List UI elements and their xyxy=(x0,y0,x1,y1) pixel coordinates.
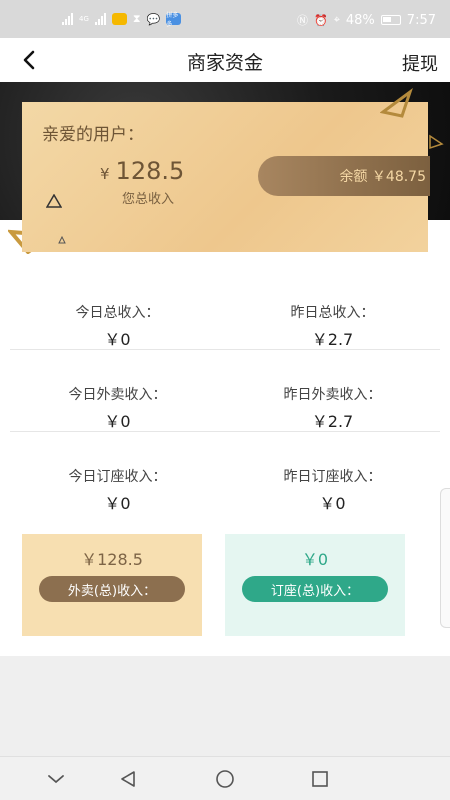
alarm-icon: ⏰ xyxy=(313,13,328,27)
status-left-icons: 4G ⧗ 💬 拼多多 xyxy=(62,12,182,28)
stat-value: ￥0 xyxy=(319,494,346,513)
triangle-back-icon xyxy=(121,771,135,787)
nav-home-button[interactable] xyxy=(205,767,245,791)
nav-collapse-button[interactable] xyxy=(36,767,76,791)
stat-value: ￥0 xyxy=(104,330,131,349)
nav-back-button[interactable] xyxy=(108,767,148,791)
tiny-triangle-decoration-icon xyxy=(58,236,66,244)
delivery-total-amount: ￥128.5 xyxy=(81,550,143,569)
stat-label: 今日外卖收入： xyxy=(68,387,167,403)
stat-value: ￥2.7 xyxy=(311,330,354,349)
delivery-summary-card[interactable]: ￥128.5 外卖(总)收入： xyxy=(22,534,202,636)
nfc-icon: Ⓝ xyxy=(296,14,308,27)
battery-icon xyxy=(380,15,401,25)
withdraw-button[interactable]: 提现 xyxy=(402,50,438,76)
booking-summary-card[interactable]: ￥0 订座(总)收入： xyxy=(225,534,405,636)
wechat-icon: 💬 xyxy=(146,12,161,26)
stat-yesterday-total: 昨日总收入： ￥2.7 xyxy=(225,302,440,350)
stat-yesterday-delivery: 昨日外卖收入： ￥2.7 xyxy=(225,384,440,432)
total-income-value: 128.5 xyxy=(115,157,185,185)
status-time: 7:57 xyxy=(406,12,436,28)
status-right-icons: Ⓝ ⏰ ⌖ 48% 7:57 xyxy=(297,12,436,28)
stat-value: ￥2.7 xyxy=(311,412,354,431)
stat-label: 昨日总收入： xyxy=(290,305,375,321)
income-stats: 今日总收入： ￥0 昨日总收入： ￥2.7 今日外卖收入： ￥0 昨日外卖收入：… xyxy=(0,254,450,656)
booking-total-amount: ￥0 xyxy=(301,550,329,569)
stat-row-delivery: 今日外卖收入： ￥0 昨日外卖收入： ￥2.7 xyxy=(10,350,440,432)
top-app-bar: 商家资金 提现 xyxy=(0,38,450,82)
income-hero: 亲爱的用户： ¥128.5 您总收入 余额 ￥48.75 xyxy=(0,82,450,254)
stat-label: 今日总收入： xyxy=(75,305,160,321)
app-badge-icon: 拼多多 xyxy=(166,12,182,28)
total-income-label: 您总收入 xyxy=(122,192,175,207)
hourglass-icon: ⧗ xyxy=(132,12,141,25)
gold-triangle-top-icon xyxy=(380,88,413,118)
stat-today-delivery: 今日外卖收入： ￥0 xyxy=(10,384,225,432)
currency-symbol: ¥ xyxy=(100,165,110,183)
square-recents-icon xyxy=(312,771,328,787)
gold-triangle-right-icon xyxy=(429,134,444,150)
mail-app-icon xyxy=(111,13,127,25)
battery-percent: 48% xyxy=(345,12,375,28)
stat-label: 今日订座收入： xyxy=(68,469,167,485)
side-drawer-handle[interactable] xyxy=(440,488,450,628)
stat-label: 昨日订座收入： xyxy=(283,469,382,485)
nav-recents-button[interactable] xyxy=(300,767,340,791)
small-triangle-decoration-icon xyxy=(46,194,62,208)
stat-today-total: 今日总收入： ￥0 xyxy=(10,302,225,350)
delivery-total-label: 外卖(总)收入： xyxy=(39,576,185,602)
circle-home-icon xyxy=(216,770,234,788)
stat-yesterday-booking: 昨日订座收入： ￥0 xyxy=(225,466,440,514)
signal-icon xyxy=(62,13,73,25)
stat-row-total: 今日总收入： ￥0 昨日总收入： ￥2.7 xyxy=(10,268,440,350)
balance-text: 余额 ￥48.75 xyxy=(339,169,426,185)
merchant-funds-screen: 4G ⧗ 💬 拼多多 Ⓝ ⏰ ⌖ 48% 7:57 商家资金 提现 亲爱的用户： xyxy=(0,0,450,800)
stat-today-booking: 今日订座收入： ￥0 xyxy=(10,466,225,514)
status-bar: 4G ⧗ 💬 拼多多 Ⓝ ⏰ ⌖ 48% 7:57 xyxy=(0,0,450,38)
system-nav-bar xyxy=(0,756,450,800)
page-title: 商家资金 xyxy=(186,52,263,74)
booking-total-label: 订座(总)收入： xyxy=(242,576,388,602)
stat-value: ￥0 xyxy=(104,412,131,431)
chevron-down-icon xyxy=(48,775,64,784)
income-card: 亲爱的用户： ¥128.5 您总收入 余额 ￥48.75 xyxy=(22,102,430,252)
stat-label: 昨日外卖收入： xyxy=(283,387,382,403)
location-icon: ⌖ xyxy=(333,13,340,26)
greeting-text: 亲爱的用户： xyxy=(42,125,144,145)
network-label: 4G xyxy=(79,15,89,23)
stat-row-booking: 今日订座收入： ￥0 昨日订座收入： ￥0 xyxy=(10,432,440,514)
stat-value: ￥0 xyxy=(104,494,131,513)
balance-pill[interactable]: 余额 ￥48.75 xyxy=(258,156,430,196)
signal-icon-2 xyxy=(94,13,106,25)
total-income-amount: ¥128.5 xyxy=(100,157,184,185)
